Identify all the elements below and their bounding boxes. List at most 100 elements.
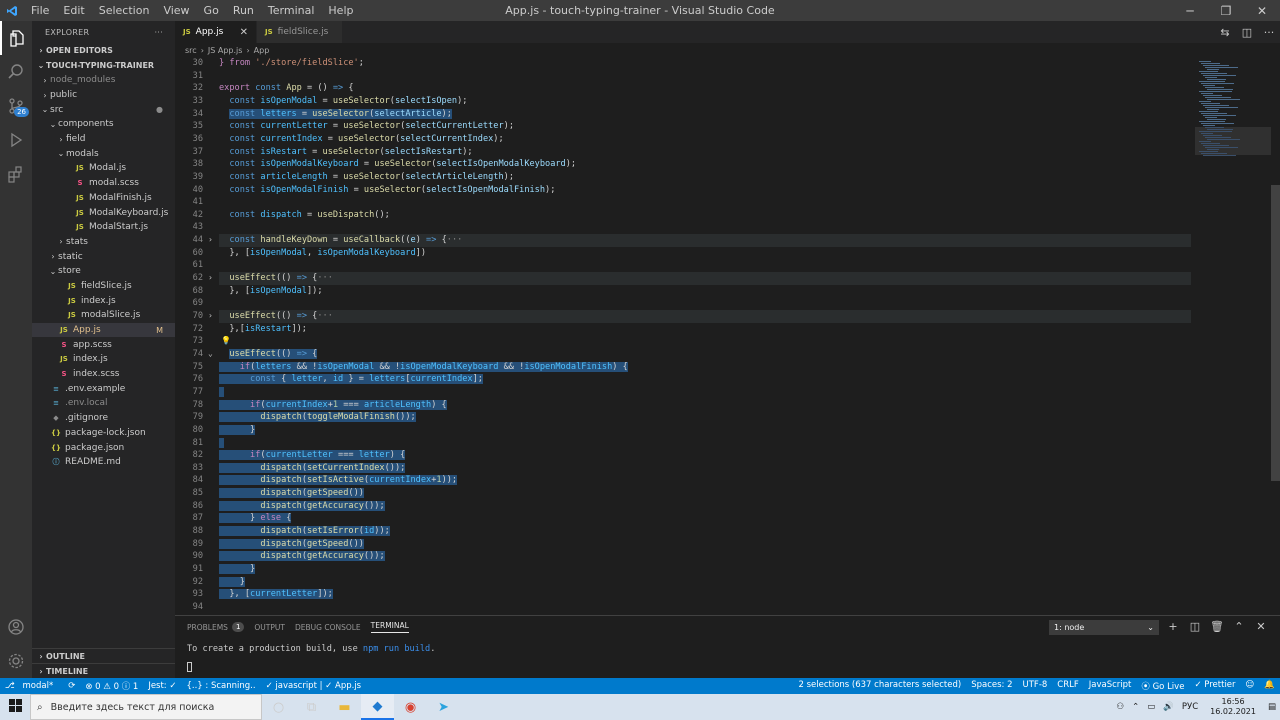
tree-item[interactable]: ◆ .gitignore [32, 411, 175, 426]
menu-item-help[interactable]: Help [321, 0, 360, 21]
tree-item[interactable]: JS Modal.js [32, 161, 175, 176]
problems-status[interactable]: ⊗ 0 ⚠ 0 ⓘ 1 [85, 680, 138, 692]
code-line[interactable]: 75 if(letters && !isOpenModal && !isOpen… [175, 361, 1191, 374]
tree-item[interactable]: ⓘ README.md [32, 455, 175, 470]
tab-problems[interactable]: PROBLEMS 1 [187, 622, 245, 632]
code-line[interactable]: 68 }, [isOpenModal]); [175, 285, 1191, 298]
tree-item[interactable]: › stats [32, 235, 175, 250]
trash-icon[interactable]: 🗑 [1206, 620, 1228, 633]
new-terminal-icon[interactable]: + [1162, 620, 1184, 633]
code-line[interactable]: 91 } [175, 563, 1191, 576]
language-mode[interactable]: JavaScript [1089, 680, 1132, 692]
code-line[interactable]: 82 if(currentLetter === letter) { [175, 449, 1191, 462]
settings-gear-icon[interactable] [0, 644, 32, 678]
code-line[interactable]: 94 [175, 601, 1191, 614]
code-line[interactable]: 80 } [175, 424, 1191, 437]
restore-icon[interactable]: ❐ [1208, 0, 1244, 21]
code-line[interactable]: 37 const isRestart = useSelector(selectI… [175, 146, 1191, 159]
scrollbar-thumb[interactable] [1271, 185, 1280, 481]
tree-item[interactable]: Sindex.scss [32, 367, 175, 382]
code-line[interactable]: 90 dispatch(getAccuracy()); [175, 550, 1191, 563]
tree-item[interactable]: › field [32, 132, 175, 147]
tree-item[interactable]: JS index.js [32, 293, 175, 308]
code-line[interactable]: 81 [175, 437, 1191, 450]
encoding-status[interactable]: UTF-8 [1023, 680, 1048, 692]
fold-collapsed-icon[interactable]: › [208, 234, 216, 247]
tree-item[interactable]: JS index.js [32, 352, 175, 367]
account-icon[interactable] [0, 610, 32, 644]
code-line[interactable]: 78 if(currentIndex+1 === articleLength) … [175, 399, 1191, 412]
tree-item[interactable]: JS ModalFinish.js [32, 191, 175, 206]
menu-item-selection[interactable]: Selection [92, 0, 157, 21]
chevron-up-icon[interactable]: ⌃ [1132, 702, 1139, 712]
volume-icon[interactable]: 🔊 [1163, 702, 1174, 712]
fold-expanded-icon[interactable]: ⌄ [208, 348, 216, 361]
code-line[interactable]: 70 › useEffect(() => {··· [175, 310, 1191, 323]
project-section[interactable]: ⌄ TOUCH-TYPING-TRAINER [32, 58, 175, 73]
compare-changes-icon[interactable]: ⇆ [1214, 26, 1236, 39]
code-line[interactable]: 74 ⌄ useEffect(() => { [175, 348, 1191, 361]
feedback-icon[interactable]: ☺ [1246, 680, 1255, 692]
notifications-bell-icon[interactable]: 🔔 [1264, 680, 1275, 692]
tree-item[interactable]: ⌄ components [32, 117, 175, 132]
clock[interactable]: 16:56 16.02.2021 [1210, 697, 1256, 717]
search-icon[interactable] [0, 55, 32, 89]
chrome-icon[interactable]: ◉ [394, 694, 427, 720]
menu-item-edit[interactable]: Edit [56, 0, 91, 21]
code-line[interactable]: 44 › const handleKeyDown = useCallback((e… [175, 234, 1191, 247]
tree-item[interactable]: ≡ .env.example [32, 381, 175, 396]
code-line[interactable]: 73 💡 [175, 335, 1191, 348]
cortana-icon[interactable]: ○ [262, 694, 295, 720]
git-branch[interactable]: ⎇ modal* [5, 681, 58, 691]
indentation-status[interactable]: Spaces: 2 [971, 680, 1012, 692]
menu-item-run[interactable]: Run [226, 0, 261, 21]
split-editor-icon[interactable]: ◫ [1236, 26, 1258, 39]
tab-fieldslice-js[interactable]: JS fieldSlice.js [257, 21, 343, 43]
tree-item[interactable]: › static [32, 249, 175, 264]
source-control-icon[interactable]: 26 [0, 89, 32, 123]
code-line[interactable]: 40 const isOpenModalFinish = useSelector… [175, 184, 1191, 197]
menu-item-go[interactable]: Go [197, 0, 226, 21]
tree-item[interactable]: JS ModalStart.js [32, 220, 175, 235]
prettier-status[interactable]: ✓ Prettier [1194, 680, 1235, 692]
code-line[interactable]: 33 const isOpenModal = useSelector(selec… [175, 95, 1191, 108]
code-line[interactable]: 89 dispatch(getSpeed()) [175, 538, 1191, 551]
tab-terminal[interactable]: TERMINAL [370, 621, 409, 633]
fold-collapsed-icon[interactable]: › [208, 310, 216, 323]
tree-item[interactable]: JS ModalKeyboard.js [32, 205, 175, 220]
tab-output[interactable]: OUTPUT [254, 623, 285, 632]
code-line[interactable]: 39 const articleLength = useSelector(sel… [175, 171, 1191, 184]
split-terminal-icon[interactable]: ◫ [1184, 620, 1206, 633]
tree-item[interactable]: JS modalSlice.js [32, 308, 175, 323]
task-view-icon[interactable]: ⧉ [295, 694, 328, 720]
tree-item[interactable]: {} package.json [32, 440, 175, 455]
vertical-scrollbar[interactable] [1271, 57, 1280, 615]
tree-item[interactable]: JS App.js M [32, 322, 175, 338]
language-indicator[interactable]: РУС [1182, 702, 1198, 712]
vscode-taskbar-icon[interactable]: ◆ [361, 694, 394, 720]
menu-item-view[interactable]: View [156, 0, 196, 21]
minimize-icon[interactable]: ─ [1172, 0, 1208, 21]
jest-status[interactable]: Jest: ✓ [148, 681, 176, 691]
go-live-button[interactable]: ⦿ Go Live [1141, 680, 1184, 692]
tree-item[interactable]: › public [32, 88, 175, 103]
selection-status[interactable]: 2 selections (637 characters selected) [798, 680, 961, 692]
menu-item-terminal[interactable]: Terminal [261, 0, 322, 21]
code-line[interactable]: 86 dispatch(getAccuracy()); [175, 500, 1191, 513]
lightbulb-icon[interactable]: 💡 [221, 335, 231, 348]
eslint-status[interactable]: ✓ javascript | ✓ App.js [266, 681, 362, 691]
code-line[interactable]: 72 },[isRestart]); [175, 323, 1191, 336]
telegram-icon[interactable]: ➤ [427, 694, 460, 720]
explorer-icon[interactable] [0, 21, 32, 55]
close-panel-icon[interactable]: ✕ [1250, 620, 1272, 633]
code-line[interactable]: 61 [175, 259, 1191, 272]
code-line[interactable]: 84 dispatch(setIsActive(currentIndex+1))… [175, 474, 1191, 487]
code-line[interactable]: 31 [175, 70, 1191, 83]
code-line[interactable]: 34 const letters = useSelector(selectArt… [175, 108, 1191, 121]
sync-icon[interactable]: ⟳ [68, 681, 75, 691]
open-editors-section[interactable]: › OPEN EDITORS [32, 43, 175, 58]
close-icon[interactable]: ✕ [1244, 0, 1280, 21]
code-line[interactable]: 93 }, [currentLetter]); [175, 588, 1191, 601]
tree-item[interactable]: › node_modules [32, 73, 175, 88]
taskbar-search[interactable]: ⌕ Введите здесь текст для поиска [30, 694, 262, 720]
